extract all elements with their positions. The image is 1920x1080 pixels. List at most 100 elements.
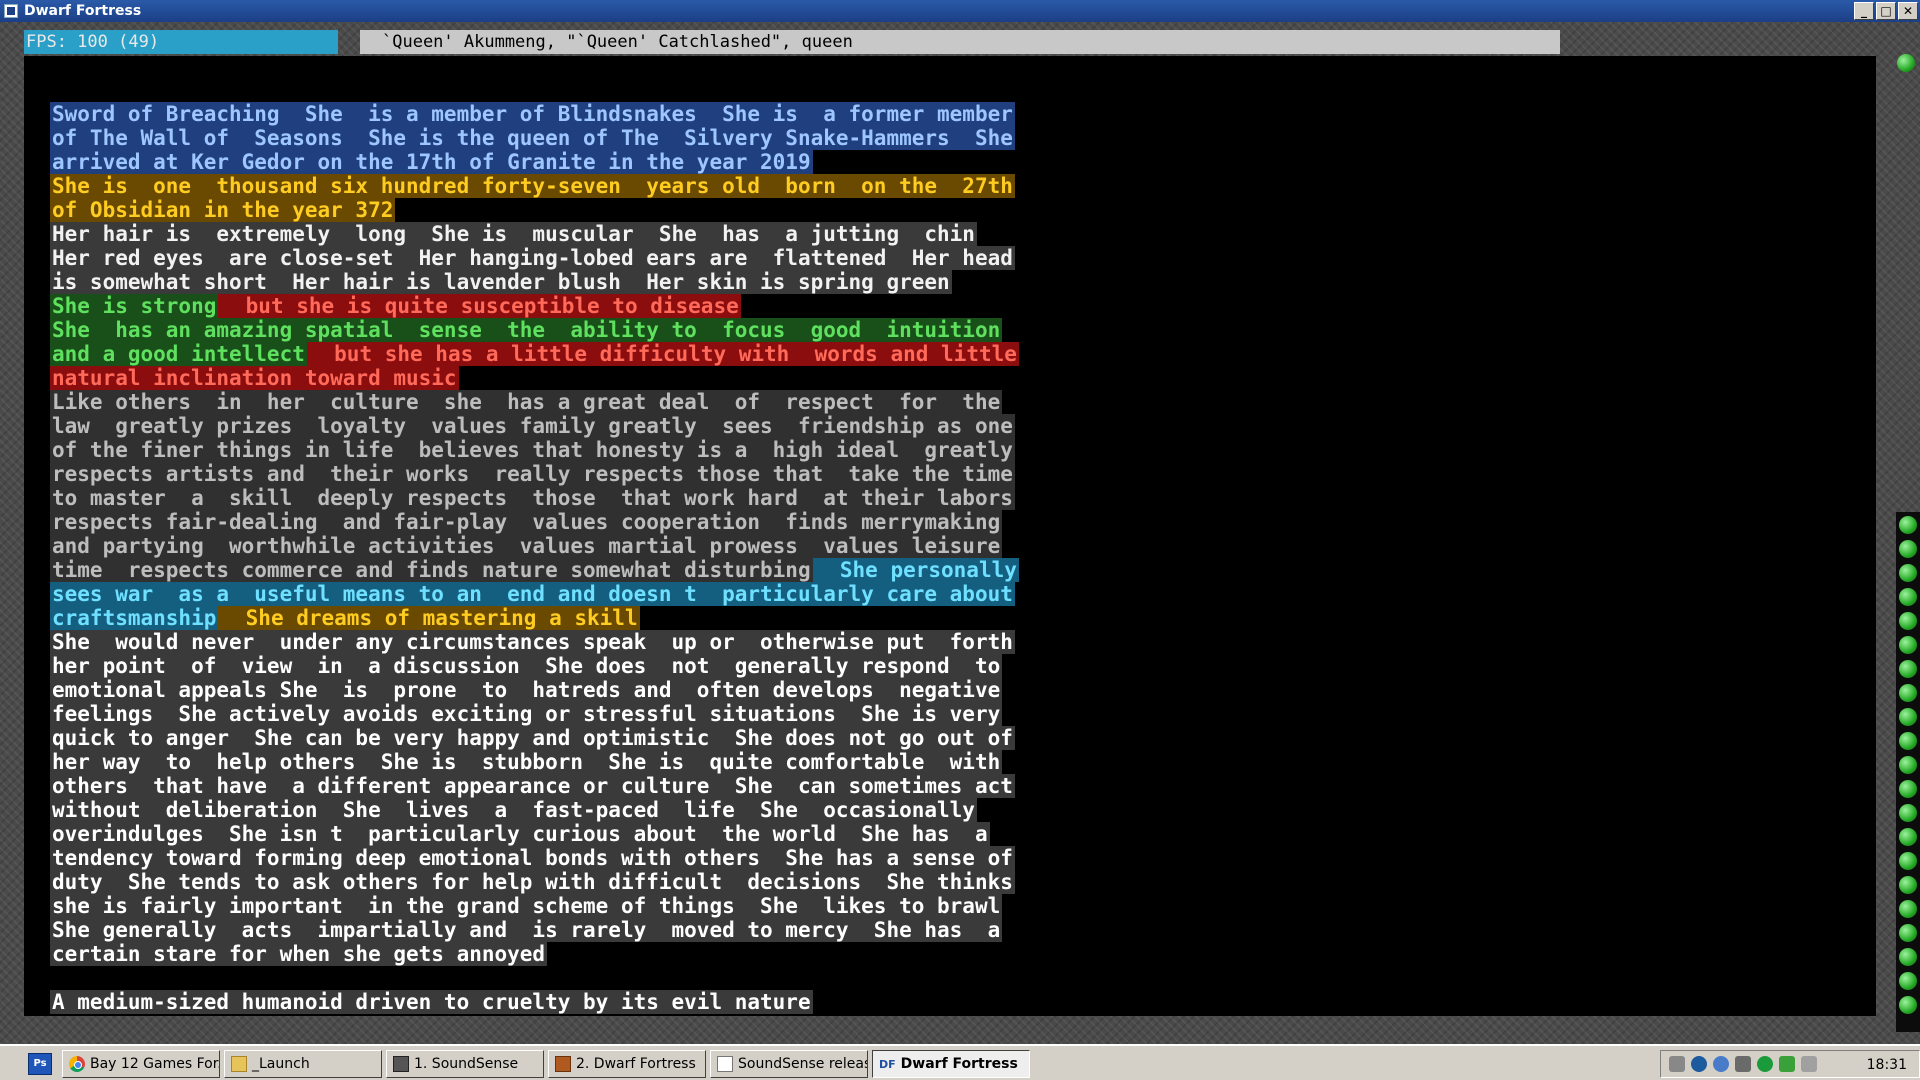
description-line: She is strong but she is quite susceptib… bbox=[50, 294, 1872, 318]
fps-counter: FPS: 100 (49) bbox=[24, 30, 338, 54]
green-orb-icon bbox=[1899, 540, 1917, 558]
description-line: overindulges She isn t particularly curi… bbox=[50, 822, 1872, 846]
description-line: and a good intellect but she has a littl… bbox=[50, 342, 1872, 366]
description-segment: Like others in her culture she has a gre… bbox=[50, 390, 1003, 414]
taskbar-item-label: 1. SoundSense bbox=[414, 1056, 519, 1072]
description-segment: feelings She actively avoids exciting or… bbox=[50, 702, 1003, 726]
network-icon[interactable] bbox=[1713, 1056, 1729, 1072]
description-segment: her point of view in a discussion She do… bbox=[50, 654, 1003, 678]
taskbar-item-label: 2. Dwarf Fortress bbox=[576, 1056, 696, 1072]
description-segment: She generally acts impartially and is ra… bbox=[50, 918, 1003, 942]
description-segment: She personally bbox=[812, 558, 1019, 582]
green-orb-icon bbox=[1899, 732, 1917, 750]
description-line: of The Wall of Seasons She is the queen … bbox=[50, 126, 1872, 150]
clock: 18:31 bbox=[1866, 1057, 1907, 1073]
chrome-icon bbox=[69, 1056, 85, 1072]
description-segment: duty She tends to ask others for help wi… bbox=[50, 870, 1015, 894]
maximize-button[interactable]: □ bbox=[1876, 2, 1896, 20]
description-line: Sword of Breaching She is a member of Bl… bbox=[50, 102, 1872, 126]
description-segment: certain stare for when she gets annoyed bbox=[50, 942, 548, 966]
description-line: She generally acts impartially and is ra… bbox=[50, 918, 1872, 942]
window-title: Dwarf Fortress bbox=[24, 3, 142, 19]
description-line: She would never under any circumstances … bbox=[50, 630, 1872, 654]
green-orb-icon bbox=[1899, 588, 1917, 606]
description-line: natural inclination toward music bbox=[50, 366, 1872, 390]
side-indicator-column bbox=[1896, 512, 1920, 1032]
window-controls: _ □ ✕ bbox=[1854, 2, 1918, 20]
green-orb-icon bbox=[1899, 804, 1917, 822]
steam-icon[interactable] bbox=[1691, 1056, 1707, 1072]
description-line: without deliberation She lives a fast-pa… bbox=[50, 798, 1872, 822]
tray-green-icon[interactable] bbox=[1757, 1056, 1773, 1072]
start-button[interactable]: Ps bbox=[28, 1053, 52, 1075]
description-line: she is fairly important in the grand sch… bbox=[50, 894, 1872, 918]
description-segment: of The Wall of Seasons She is the queen … bbox=[50, 126, 1015, 150]
description-line: emotional appeals She is prone to hatred… bbox=[50, 678, 1872, 702]
description-line: of Obsidian in the year 372 bbox=[50, 198, 1872, 222]
volume-icon[interactable] bbox=[1801, 1056, 1817, 1072]
unit-description: Sword of Breaching She is a member of Bl… bbox=[50, 102, 1872, 1014]
description-segment: time respects commerce and finds nature … bbox=[50, 558, 813, 582]
description-line: Like others in her culture she has a gre… bbox=[50, 390, 1872, 414]
description-segment: is somewhat short Her hair is lavender b… bbox=[50, 270, 952, 294]
description-segment: She has an amazing spatial sense the abi… bbox=[50, 318, 1003, 342]
green-orb-icon bbox=[1899, 636, 1917, 654]
description-segment: tendency toward forming deep emotional b… bbox=[50, 846, 1015, 870]
green-orb-icon bbox=[1899, 876, 1917, 894]
green-orb-icon bbox=[1897, 54, 1915, 72]
game-viewport[interactable]: FPS: 100 (49) `Queen' Akummeng, "`Queen'… bbox=[0, 22, 1920, 1044]
green-orb-icon bbox=[1899, 828, 1917, 846]
taskbar: Ps Bay 12 Games For... _Launch 1. SoundS… bbox=[0, 1044, 1920, 1080]
green-orb-icon bbox=[1899, 972, 1917, 990]
description-line: time respects commerce and finds nature … bbox=[50, 558, 1872, 582]
taskbar-item-label: _Launch bbox=[252, 1056, 310, 1072]
description-line: quick to anger She can be very happy and… bbox=[50, 726, 1872, 750]
description-segment: respects artists and their works really … bbox=[50, 462, 1015, 486]
description-line: is somewhat short Her hair is lavender b… bbox=[50, 270, 1872, 294]
description-segment: and a good intellect bbox=[50, 342, 307, 366]
description-line: Her hair is extremely long She is muscul… bbox=[50, 222, 1872, 246]
green-orb-icon bbox=[1899, 924, 1917, 942]
green-orb-icon bbox=[1899, 948, 1917, 966]
taskbar-item-soundsense[interactable]: 1. SoundSense bbox=[386, 1050, 544, 1078]
green-orb-icon bbox=[1899, 612, 1917, 630]
description-line: She has an amazing spatial sense the abi… bbox=[50, 318, 1872, 342]
minimize-button[interactable]: _ bbox=[1854, 2, 1874, 20]
description-line: others that have a different appearance … bbox=[50, 774, 1872, 798]
tray-h-icon[interactable] bbox=[1779, 1056, 1795, 1072]
green-orb-icon bbox=[1899, 780, 1917, 798]
tray-tool-icon[interactable] bbox=[1735, 1056, 1751, 1072]
green-orb-icon bbox=[1899, 684, 1917, 702]
window-titlebar[interactable]: Dwarf Fortress _ □ ✕ bbox=[0, 0, 1920, 22]
description-segment: law greatly prizes loyalty values family… bbox=[50, 414, 1015, 438]
description-segment: without deliberation She lives a fast-pa… bbox=[50, 798, 977, 822]
green-orb-icon bbox=[1899, 756, 1917, 774]
close-button[interactable]: ✕ bbox=[1898, 2, 1918, 20]
taskbar-item-dwarf-fortress[interactable]: DF Dwarf Fortress bbox=[872, 1050, 1030, 1078]
description-segment: but she has a little difficulty with wor… bbox=[306, 342, 1019, 366]
description-segment: and partying worthwhile activities value… bbox=[50, 534, 1003, 558]
description-line: and partying worthwhile activities value… bbox=[50, 534, 1872, 558]
description-segment: sees war as a useful means to an end and… bbox=[50, 582, 1015, 606]
tray-expand-icon[interactable] bbox=[1669, 1056, 1685, 1072]
description-line: feelings She actively avoids exciting or… bbox=[50, 702, 1872, 726]
taskbar-item-bay12[interactable]: Bay 12 Games For... bbox=[62, 1050, 220, 1078]
description-line: her point of view in a discussion She do… bbox=[50, 654, 1872, 678]
green-orb-icon bbox=[1899, 852, 1917, 870]
taskbar-item-label: Bay 12 Games For... bbox=[90, 1056, 220, 1072]
app-icon bbox=[4, 4, 18, 18]
green-orb-icon bbox=[1899, 564, 1917, 582]
taskbar-item-launch[interactable]: _Launch bbox=[224, 1050, 382, 1078]
taskbar-item-label: Dwarf Fortress bbox=[900, 1056, 1018, 1072]
unit-header: `Queen' Akummeng, "`Queen' Catchlashed",… bbox=[360, 30, 1560, 54]
taskbar-item-soundsense-release[interactable]: SoundSense releas... bbox=[710, 1050, 868, 1078]
description-line: law greatly prizes loyalty values family… bbox=[50, 414, 1872, 438]
description-segment: respects fair-dealing and fair-play valu… bbox=[50, 510, 1003, 534]
description-line: tendency toward forming deep emotional b… bbox=[50, 846, 1872, 870]
description-segment: She is strong bbox=[50, 294, 219, 318]
description-segment: she is fairly important in the grand sch… bbox=[50, 894, 1003, 918]
description-line: sees war as a useful means to an end and… bbox=[50, 582, 1872, 606]
taskbar-item-dwarf-fortress-console[interactable]: 2. Dwarf Fortress bbox=[548, 1050, 706, 1078]
green-orb-icon bbox=[1899, 660, 1917, 678]
